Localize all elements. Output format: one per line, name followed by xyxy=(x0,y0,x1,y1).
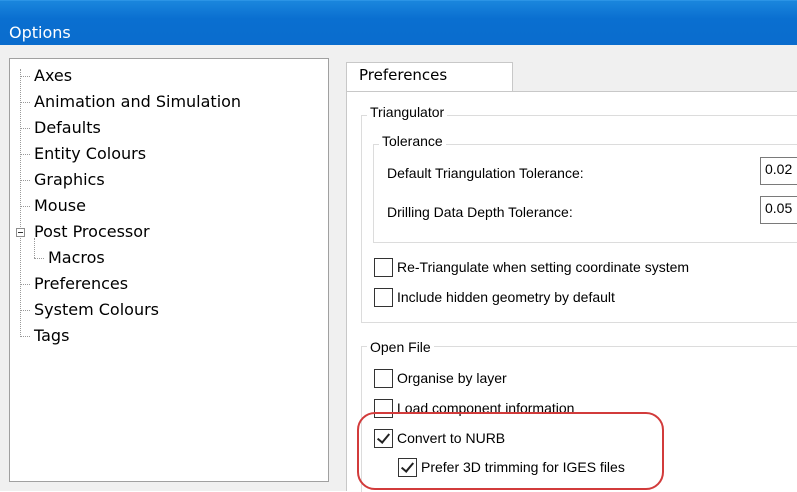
tree-item-tags[interactable]: Tags xyxy=(34,325,69,347)
tolerance-group xyxy=(373,144,797,243)
window-titlebar: Options xyxy=(0,0,797,46)
tree-connector xyxy=(20,206,30,207)
tree-connector xyxy=(34,258,44,259)
tree-item-label: Axes xyxy=(34,66,73,85)
tree-item-label: Graphics xyxy=(34,170,105,189)
tree-connector xyxy=(20,154,30,155)
tree-item-system-colours[interactable]: System Colours xyxy=(34,299,159,321)
tree-item-label: Mouse xyxy=(34,196,86,215)
retriangulate-label: Re-Triangulate when setting coordinate s… xyxy=(397,259,690,275)
tree-connector xyxy=(20,69,21,337)
tree-item-axes[interactable]: Axes xyxy=(34,65,72,87)
tolerance-group-title: Tolerance xyxy=(379,133,446,149)
tree-connector xyxy=(20,76,30,77)
organise-layer-label: Organise by layer xyxy=(397,370,507,386)
tree-item-post-processor[interactable]: Post Processor xyxy=(34,221,150,243)
retriangulate-checkbox[interactable] xyxy=(374,258,393,277)
hidden-geometry-checkbox[interactable] xyxy=(374,288,393,307)
tree-item-mouse[interactable]: Mouse xyxy=(34,195,86,217)
tree-item-entity-colours[interactable]: Entity Colours xyxy=(34,143,146,165)
tree-connector xyxy=(20,284,30,285)
window-title: Options xyxy=(9,23,71,42)
tree-item-label: Defaults xyxy=(34,118,101,137)
tree-item-label: Entity Colours xyxy=(34,144,147,163)
drilling-tolerance-value: 0.05 xyxy=(765,200,793,216)
open-file-group-title: Open File xyxy=(367,339,434,355)
tree-item-label: Tags xyxy=(34,326,70,345)
hidden-geometry-label: Include hidden geometry by default xyxy=(397,289,615,305)
tree-connector xyxy=(20,128,30,129)
tree-item-macros[interactable]: Macros xyxy=(48,247,105,269)
highlight-annotation xyxy=(357,412,664,490)
tab-label: Preferences xyxy=(359,66,448,84)
tree-connector xyxy=(20,310,30,311)
tree-item-defaults[interactable]: Defaults xyxy=(34,117,101,139)
tree-connector xyxy=(20,180,30,181)
organise-layer-checkbox[interactable] xyxy=(374,369,393,388)
tab-preferences[interactable]: Preferences xyxy=(346,62,513,92)
triangulator-group-title: Triangulator xyxy=(367,104,448,120)
default-tolerance-value: 0.02 xyxy=(765,161,793,177)
tree-item-preferences[interactable]: Preferences xyxy=(34,273,128,295)
drilling-tolerance-input[interactable]: 0.05 xyxy=(760,196,797,224)
tree-item-label: System Colours xyxy=(34,300,159,319)
tree-item-animation[interactable]: Animation and Simulation xyxy=(34,91,241,113)
default-tolerance-input[interactable]: 0.02 xyxy=(760,157,797,185)
tree-connector xyxy=(20,336,30,337)
tree-item-label: Post Processor xyxy=(34,222,150,241)
collapse-icon[interactable] xyxy=(16,228,25,237)
tree-item-graphics[interactable]: Graphics xyxy=(34,169,105,191)
tree-connector xyxy=(20,102,30,103)
tree-item-label: Preferences xyxy=(34,274,129,293)
tree-item-label: Animation and Simulation xyxy=(34,92,242,111)
default-tolerance-label: Default Triangulation Tolerance: xyxy=(387,165,584,181)
options-tree[interactable]: Axes Animation and Simulation Defaults E… xyxy=(9,58,329,482)
drilling-tolerance-label: Drilling Data Depth Tolerance: xyxy=(387,204,573,220)
tree-item-label: Macros xyxy=(48,248,105,267)
